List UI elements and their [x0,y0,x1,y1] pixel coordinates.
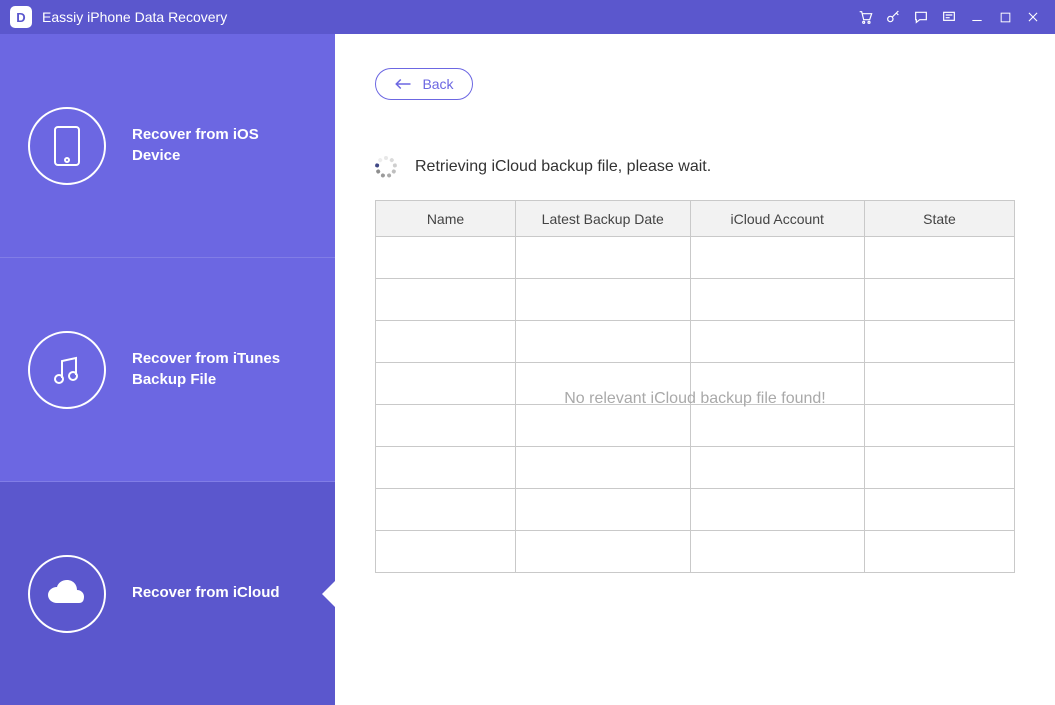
table-row [376,363,1015,405]
table-row [376,489,1015,531]
table-header-row: Name Latest Backup Date iCloud Account S… [376,201,1015,237]
backup-table-body [376,237,1015,573]
table-row [376,279,1015,321]
app-logo-icon: D [10,6,32,28]
chat-icon[interactable] [907,3,935,31]
col-state: State [865,201,1015,237]
status-text: Retrieving iCloud backup file, please wa… [415,158,711,176]
col-date: Latest Backup Date [516,201,691,237]
table-row [376,405,1015,447]
sidebar-item-recover-itunes[interactable]: Recover from iTunes Backup File [0,258,335,482]
app-window: D Eassiy iPhone Data Recovery [0,0,1055,705]
col-name: Name [376,201,516,237]
col-account: iCloud Account [690,201,865,237]
back-button[interactable]: Back [375,68,473,100]
sidebar: Recover from iOS Device Recover from iTu… [0,34,335,705]
key-icon[interactable] [879,3,907,31]
status-row: Retrieving iCloud backup file, please wa… [375,156,1015,178]
backup-table: Name Latest Backup Date iCloud Account S… [375,200,1015,573]
phone-icon [28,107,106,185]
spinner-icon [375,156,397,178]
titlebar: D Eassiy iPhone Data Recovery [0,0,1055,34]
table-row [376,447,1015,489]
back-button-label: Back [422,76,453,92]
close-icon[interactable] [1019,3,1047,31]
music-note-icon [28,331,106,409]
minimize-icon[interactable] [963,3,991,31]
sidebar-item-label: Recover from iTunes Backup File [132,349,292,390]
backup-table-wrap: Name Latest Backup Date iCloud Account S… [375,200,1015,685]
sidebar-item-recover-ios[interactable]: Recover from iOS Device [0,34,335,258]
table-row [376,237,1015,279]
cloud-icon [28,555,106,633]
feedback-icon[interactable] [935,3,963,31]
sidebar-item-recover-icloud[interactable]: Recover from iCloud [0,482,335,705]
cart-icon[interactable] [851,3,879,31]
sidebar-item-label: Recover from iCloud [132,583,280,603]
app-title: Eassiy iPhone Data Recovery [42,9,227,25]
sidebar-item-label: Recover from iOS Device [132,125,292,166]
arrow-left-icon [394,78,412,90]
main-panel: Back Retrieving iCloud backup file, plea… [335,34,1055,705]
table-row [376,531,1015,573]
maximize-icon[interactable] [991,3,1019,31]
table-row [376,321,1015,363]
